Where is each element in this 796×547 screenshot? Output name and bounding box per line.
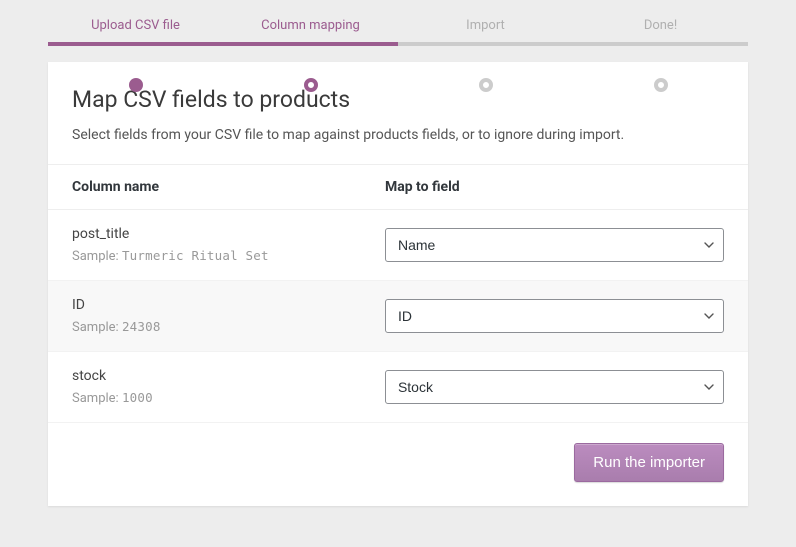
csv-column-sample: Sample: 24308 xyxy=(72,319,385,335)
wizard-stepper: Upload CSV file Column mapping Import Do… xyxy=(0,0,796,40)
map-to-field-header: Map to field xyxy=(385,179,724,195)
map-field-select[interactable]: Stock xyxy=(385,370,724,404)
column-name-header: Column name xyxy=(72,179,385,195)
page-description: Select fields from your CSV file to map … xyxy=(72,125,724,146)
step-label: Done! xyxy=(644,18,677,33)
run-importer-button[interactable]: Run the importer xyxy=(574,443,724,482)
table-row: post_title Sample: Turmeric Ritual Set N… xyxy=(48,210,748,281)
csv-column-sample: Sample: 1000 xyxy=(72,390,385,406)
mapping-card: Map CSV fields to products Select fields… xyxy=(48,62,748,506)
stepper-line xyxy=(48,42,748,46)
csv-column-name: post_title xyxy=(72,226,385,242)
step-dot-icon xyxy=(129,78,143,92)
step-label: Upload CSV file xyxy=(91,18,180,33)
step-mapping[interactable]: Column mapping xyxy=(223,18,398,40)
step-dot-icon xyxy=(654,78,668,92)
step-label: Import xyxy=(466,18,505,33)
step-dot-icon xyxy=(479,78,493,92)
step-done: Done! xyxy=(573,18,748,40)
step-upload[interactable]: Upload CSV file xyxy=(48,18,223,40)
mapping-table: Column name Map to field post_title Samp… xyxy=(48,164,748,423)
step-import: Import xyxy=(398,18,573,40)
csv-column-name: stock xyxy=(72,368,385,384)
table-row: ID Sample: 24308 ID xyxy=(48,281,748,352)
step-dot-icon xyxy=(304,78,318,92)
map-field-select[interactable]: Name xyxy=(385,228,724,262)
step-label: Column mapping xyxy=(261,18,360,33)
csv-column-sample: Sample: Turmeric Ritual Set xyxy=(72,248,385,264)
page-title: Map CSV fields to products xyxy=(72,86,724,113)
csv-column-name: ID xyxy=(72,297,385,313)
map-field-select[interactable]: ID xyxy=(385,299,724,333)
table-row: stock Sample: 1000 Stock xyxy=(48,352,748,423)
